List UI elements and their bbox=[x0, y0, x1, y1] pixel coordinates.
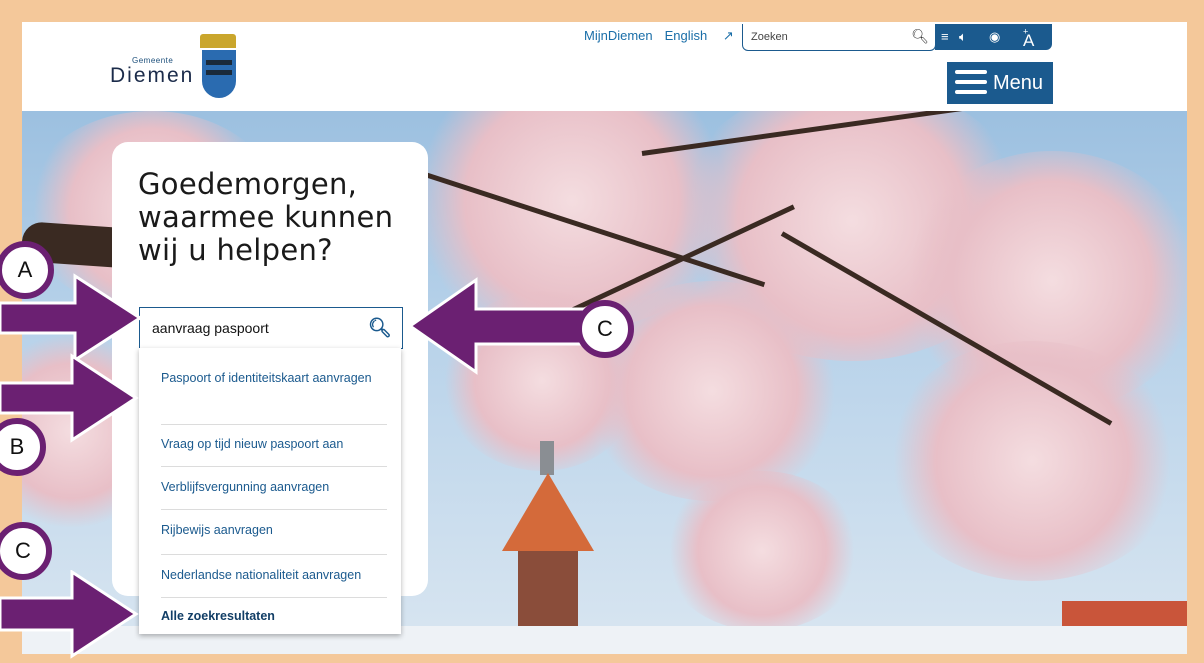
hamburger-icon bbox=[955, 70, 987, 100]
all-results-link[interactable]: Alle zoekresultaten bbox=[161, 606, 381, 626]
church-tower bbox=[496, 441, 606, 626]
search-icon[interactable]: 🔍︎ bbox=[911, 28, 929, 45]
list-icon[interactable]: ≡ bbox=[941, 29, 949, 44]
link-mijndiemen[interactable]: MijnDiemen bbox=[584, 28, 653, 43]
link-english[interactable]: English ↗ bbox=[665, 28, 734, 43]
link-english-label: English bbox=[664, 28, 708, 43]
speaker-icon[interactable]: 🔈︎ bbox=[959, 29, 967, 45]
logo-text: Diemen bbox=[110, 64, 195, 87]
accessibility-toolbar: ≡ 🔈︎ ◉ A + bbox=[935, 24, 1052, 50]
crown-icon bbox=[200, 34, 236, 48]
font-size-label: A bbox=[1023, 31, 1035, 50]
suggestion-item[interactable]: Paspoort of identiteitskaart aanvragen bbox=[161, 368, 381, 388]
main-search-input[interactable]: aanvraag paspoort 🔍︎ bbox=[139, 307, 403, 349]
search-suggestions: Paspoort of identiteitskaart aanvragen V… bbox=[139, 348, 401, 634]
font-size-icon[interactable]: A + bbox=[1023, 26, 1034, 50]
annotation-label-c-top: C bbox=[576, 300, 634, 358]
header-search-placeholder: Zoeken bbox=[751, 31, 788, 43]
suggestion-item[interactable]: Rijbewijs aanvragen bbox=[161, 520, 381, 540]
suggestion-item[interactable]: Vraag op tijd nieuw paspoort aan bbox=[161, 434, 381, 454]
header-search-input[interactable]: Zoeken 🔍︎ bbox=[742, 24, 936, 51]
menu-label: Menu bbox=[993, 72, 1044, 94]
search-icon[interactable]: 🔍︎ bbox=[368, 316, 392, 340]
external-link-icon: ↗ bbox=[722, 28, 734, 43]
site-header: Gemeente Diemen MijnDiemen English ↗ Zoek… bbox=[22, 22, 1187, 111]
eye-icon[interactable]: ◉ bbox=[989, 29, 1000, 45]
gemeente-diemen-logo[interactable]: Gemeente Diemen bbox=[110, 30, 240, 102]
greeting-heading: Goedemorgen, waarmee kunnen wij u helpen… bbox=[138, 167, 394, 267]
suggestion-item[interactable]: Verblijfsvergunning aanvragen bbox=[161, 477, 381, 497]
suggestion-item[interactable]: Nederlandse nationaliteit aanvragen bbox=[161, 565, 381, 585]
top-links: MijnDiemen English ↗ bbox=[584, 28, 746, 44]
annotation-arrow-c-bottom bbox=[0, 570, 139, 659]
main-search-value: aanvraag paspoort bbox=[152, 320, 269, 336]
shield-icon bbox=[202, 50, 236, 98]
annotation-arrow-c-top bbox=[408, 277, 588, 375]
menu-button[interactable]: Menu bbox=[947, 62, 1053, 104]
